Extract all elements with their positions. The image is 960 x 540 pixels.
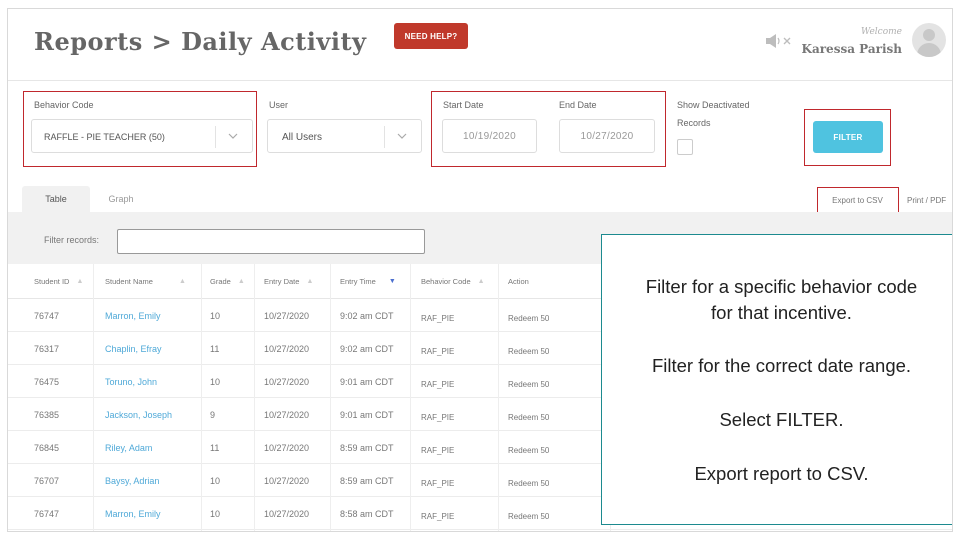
start-date-label: Start Date xyxy=(443,100,484,110)
export-csv-button[interactable]: Export to CSV xyxy=(820,190,895,211)
callout-line-5: Export report to CSV. xyxy=(694,463,869,484)
entry-date-cell: 10/27/2020 xyxy=(264,508,310,519)
behavior-code-cell: RAF_PIE xyxy=(421,380,455,389)
student-id-cell: 76747 xyxy=(34,310,60,321)
filter-records-input[interactable] xyxy=(117,229,425,254)
entry-date-cell: 10/27/2020 xyxy=(264,310,310,321)
sort-icon: ▲ xyxy=(477,278,485,285)
instruction-callout: Filter for a specific behavior code for … xyxy=(601,234,952,525)
grade-cell: 9 xyxy=(210,409,216,420)
column-header-student-name[interactable]: Student Name ▲ xyxy=(105,264,186,299)
user-select[interactable]: All Users xyxy=(267,119,422,153)
behavior-code-value: RAFFLE - PIE TEACHER (50) xyxy=(44,132,165,142)
print-pdf-button[interactable]: Print / PDF xyxy=(907,190,952,211)
grade-cell: 10 xyxy=(210,376,221,387)
action-cell: Redeem 50 xyxy=(508,446,550,455)
grade-cell: 11 xyxy=(210,442,220,453)
sort-icon: ▲ xyxy=(306,278,314,285)
end-date-input[interactable]: 10/27/2020 xyxy=(559,119,655,153)
student-name-cell[interactable]: Marron, Emily xyxy=(105,299,161,332)
callout-line-2: for that incentive. xyxy=(711,302,852,323)
entry-time-cell: 8:58 am CDT xyxy=(340,508,394,519)
action-cell: Redeem 50 xyxy=(508,347,550,356)
user-name: Karessa Parish xyxy=(801,42,902,56)
app-window: Reports > Daily Activity NEED HELP? Welc… xyxy=(7,8,953,532)
student-name-cell[interactable]: Baysy, Adrian xyxy=(105,464,159,497)
show-deactivated-label: Show Deactivated xyxy=(677,100,750,110)
entry-date-cell: 10/27/2020 xyxy=(264,475,310,486)
sort-icon: ▲ xyxy=(178,278,186,285)
chevron-down-icon xyxy=(228,133,238,139)
end-date-label: End Date xyxy=(559,100,597,110)
behavior-code-cell: RAF_PIE xyxy=(421,446,455,455)
entry-time-cell: 9:02 am CDT xyxy=(340,310,394,321)
column-header-action: Action xyxy=(508,277,529,286)
student-name-cell[interactable]: Toruno, John xyxy=(105,365,157,398)
student-id-cell: 76845 xyxy=(34,442,60,453)
student-name-cell[interactable]: Riley, Adam xyxy=(105,431,152,464)
callout-line-3: Filter for the correct date range. xyxy=(651,355,912,376)
filter-button[interactable]: FILTER xyxy=(813,121,883,153)
filter-records-label: Filter records: xyxy=(44,235,100,245)
entry-time-cell: 9:02 am CDT xyxy=(340,343,394,354)
show-deactivated-checkbox[interactable] xyxy=(677,139,693,155)
student-id-cell: 76707 xyxy=(34,475,60,486)
user-value: All Users xyxy=(282,132,323,143)
behavior-code-cell: RAF_PIE xyxy=(421,479,455,488)
entry-time-cell: 9:01 am CDT xyxy=(340,409,394,420)
entry-time-cell: 8:59 am CDT xyxy=(340,475,394,486)
entry-date-cell: 10/27/2020 xyxy=(264,442,310,453)
callout-line-1: Filter for a specific behavior code xyxy=(645,276,918,297)
student-id-cell: 76385 xyxy=(34,409,60,420)
callout-line-4: Select FILTER. xyxy=(719,409,844,430)
action-cell: Redeem 50 xyxy=(508,512,550,521)
grade-cell: 11 xyxy=(210,343,220,354)
user-label: User xyxy=(269,100,289,110)
sort-desc-icon: ▼ xyxy=(388,278,396,285)
speaker-mute-icon[interactable] xyxy=(764,33,794,49)
grade-cell: 10 xyxy=(210,508,221,519)
grade-cell: 10 xyxy=(210,475,221,486)
behavior-code-cell: RAF_PIE xyxy=(421,512,455,521)
welcome-label: Welcome xyxy=(860,27,902,37)
column-header-grade[interactable]: Grade ▲ xyxy=(210,264,245,299)
behavior-code-cell: RAF_PIE xyxy=(421,314,455,323)
behavior-code-cell: RAF_PIE xyxy=(421,413,455,422)
action-cell: Redeem 50 xyxy=(508,314,550,323)
chevron-down-icon xyxy=(397,133,407,139)
behavior-code-select[interactable]: RAFFLE - PIE TEACHER (50) xyxy=(31,119,253,153)
behavior-code-cell: RAF_PIE xyxy=(421,347,455,356)
entry-date-cell: 10/27/2020 xyxy=(264,409,310,420)
grade-cell: 10 xyxy=(210,310,221,321)
student-name-cell[interactable]: Chaplin, Efray xyxy=(105,332,162,365)
student-name-cell[interactable]: Marron, Emily xyxy=(105,497,161,530)
tab-graph[interactable]: Graph xyxy=(90,186,152,212)
entry-time-cell: 8:59 am CDT xyxy=(340,442,394,453)
behavior-code-label: Behavior Code xyxy=(34,100,94,110)
tab-table[interactable]: Table xyxy=(22,186,90,212)
page-header: Reports > Daily Activity NEED HELP? Welc… xyxy=(8,9,952,81)
student-id-cell: 76747 xyxy=(34,508,60,519)
student-id-cell: 76475 xyxy=(34,376,60,387)
entry-date-cell: 10/27/2020 xyxy=(264,343,310,354)
need-help-button[interactable]: NEED HELP? xyxy=(394,23,468,49)
student-name-cell[interactable]: Jackson, Joseph xyxy=(105,398,172,431)
entry-date-cell: 10/27/2020 xyxy=(264,376,310,387)
column-header-behavior-code[interactable]: Behavior Code ▲ xyxy=(421,264,485,299)
start-date-input[interactable]: 10/19/2020 xyxy=(442,119,537,153)
sort-icon: ▲︎ xyxy=(76,278,84,285)
sort-icon: ▲ xyxy=(237,278,245,285)
action-cell: Redeem 50 xyxy=(508,380,550,389)
action-cell: Redeem 50 xyxy=(508,479,550,488)
column-header-entry-date[interactable]: Entry Date ▲ xyxy=(264,264,313,299)
action-cell: Redeem 50 xyxy=(508,413,550,422)
entry-time-cell: 9:01 am CDT xyxy=(340,376,394,387)
column-header-student-id[interactable]: Student ID ▲︎ xyxy=(34,264,83,299)
column-header-entry-time[interactable]: Entry Time ▼ xyxy=(340,264,396,299)
show-deactivated-label-records: Records xyxy=(677,118,711,128)
student-id-cell: 76317 xyxy=(34,343,60,354)
page-title: Reports > Daily Activity xyxy=(34,27,367,56)
user-avatar-icon[interactable] xyxy=(912,23,946,57)
